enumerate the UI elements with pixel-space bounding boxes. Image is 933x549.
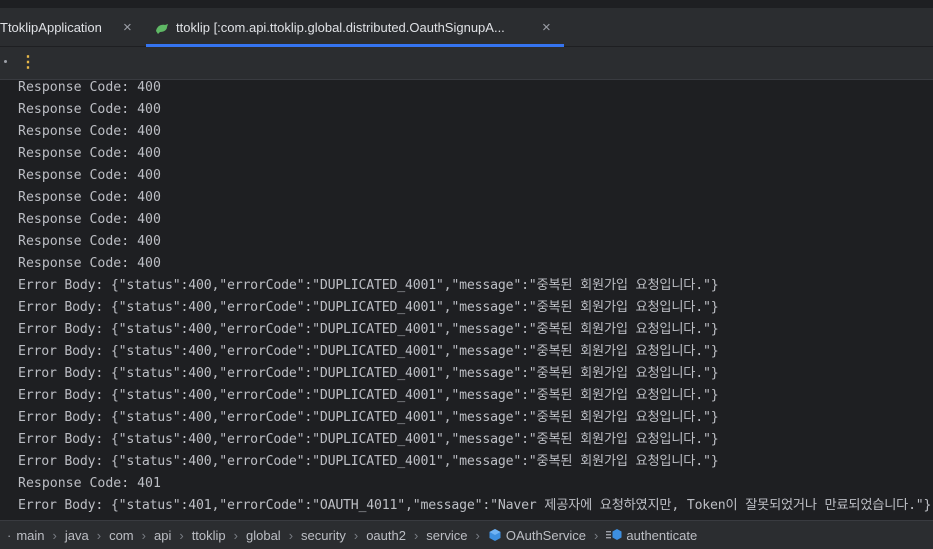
more-options-icon[interactable]: ⋮ [20, 54, 36, 72]
console-line: Error Body: {"status":401,"errorCode":"O… [18, 498, 932, 513]
chevron-right-icon: › [179, 527, 184, 543]
console-line: Error Body: {"status":400,"errorCode":"D… [18, 300, 719, 315]
close-icon[interactable]: × [123, 19, 132, 36]
tab-label: ttoklip [:com.api.ttoklip.global.distrib… [176, 20, 505, 35]
console-line: Error Body: {"status":400,"errorCode":"D… [18, 432, 719, 447]
console-line: Response Code: 400 [18, 124, 161, 139]
console-line: Error Body: {"status":400,"errorCode":"D… [18, 366, 719, 381]
chevron-right-icon: › [475, 527, 480, 543]
test-run-icon [156, 23, 168, 34]
breadcrumb-authenticate[interactable]: authenticate [606, 528, 697, 543]
chevron-right-icon: › [96, 527, 102, 543]
console-line: Error Body: {"status":400,"errorCode":"D… [18, 454, 719, 469]
class-icon [489, 529, 501, 541]
console-line: Response Code: 400 [18, 102, 161, 117]
breadcrumb-java[interactable]: java [65, 528, 89, 543]
toolbar-handle-icon [4, 60, 7, 63]
console-line: Response Code: 400 [18, 212, 161, 227]
console-line: Error Body: {"status":400,"errorCode":"D… [18, 322, 719, 337]
breadcrumb-label: authenticate [626, 527, 698, 543]
chevron-right-icon: › [288, 527, 294, 543]
run-tab-bar: TtoklipApplication × ttoklip [:com.api.t… [0, 8, 933, 47]
tab-oauth-signup-test[interactable]: ttoklip [:com.api.ttoklip.global.distrib… [146, 8, 564, 47]
console-toolbar: ⋮ [0, 47, 933, 80]
console-line: Response Code: 400 [18, 256, 161, 271]
chevron-right-icon: › [353, 527, 359, 543]
chevron-right-icon: › [141, 527, 146, 543]
console-line: Response Code: 401 [18, 476, 161, 491]
chevron-right-icon: › [594, 527, 599, 543]
console-line: Response Code: 400 [18, 190, 161, 205]
breadcrumb-ttoklip[interactable]: ttoklip [192, 528, 226, 543]
chevron-right-icon: › [233, 527, 238, 543]
console-line: Response Code: 400 [18, 80, 161, 95]
close-icon[interactable]: × [542, 19, 551, 36]
breadcrumb-service[interactable]: service [426, 528, 467, 543]
console-line: Error Body: {"status":400,"errorCode":"D… [18, 278, 719, 293]
breadcrumb-main[interactable]: main [16, 528, 44, 543]
editor-overflow-strip: · · · · · · · · · · · · · · · · · · · · … [0, 0, 933, 8]
chevron-right-icon: › [52, 527, 57, 543]
breadcrumb-label: OAuthService [505, 527, 587, 543]
console-line: Error Body: {"status":400,"errorCode":"D… [18, 410, 719, 425]
navigation-breadcrumb: · main › java › com › api › ttoklip › gl… [0, 520, 933, 549]
breadcrumb-com[interactable]: com [109, 528, 134, 543]
tab-ttoklip-application[interactable]: TtoklipApplication × [0, 8, 143, 47]
chevron-right-icon: › [413, 527, 419, 543]
console-line: Error Body: {"status":400,"errorCode":"D… [18, 344, 719, 359]
tab-label: TtoklipApplication [0, 20, 102, 35]
console-output[interactable]: Response Code: 400 Response Code: 400 Re… [0, 80, 933, 520]
console-line: Response Code: 400 [18, 146, 161, 161]
console-line: Error Body: {"status":400,"errorCode":"D… [18, 388, 719, 403]
console-line: Response Code: 400 [18, 168, 161, 183]
bullet-icon: · [7, 527, 12, 543]
breadcrumb-global[interactable]: global [246, 528, 281, 543]
method-icon [606, 529, 622, 540]
breadcrumb-security[interactable]: security [301, 528, 346, 543]
console-line: Response Code: 400 [18, 234, 161, 249]
breadcrumb-api[interactable]: api [154, 528, 171, 543]
breadcrumb-oauth2[interactable]: oauth2 [366, 528, 406, 543]
breadcrumb-oauth-service[interactable]: OAuthService [488, 528, 586, 543]
